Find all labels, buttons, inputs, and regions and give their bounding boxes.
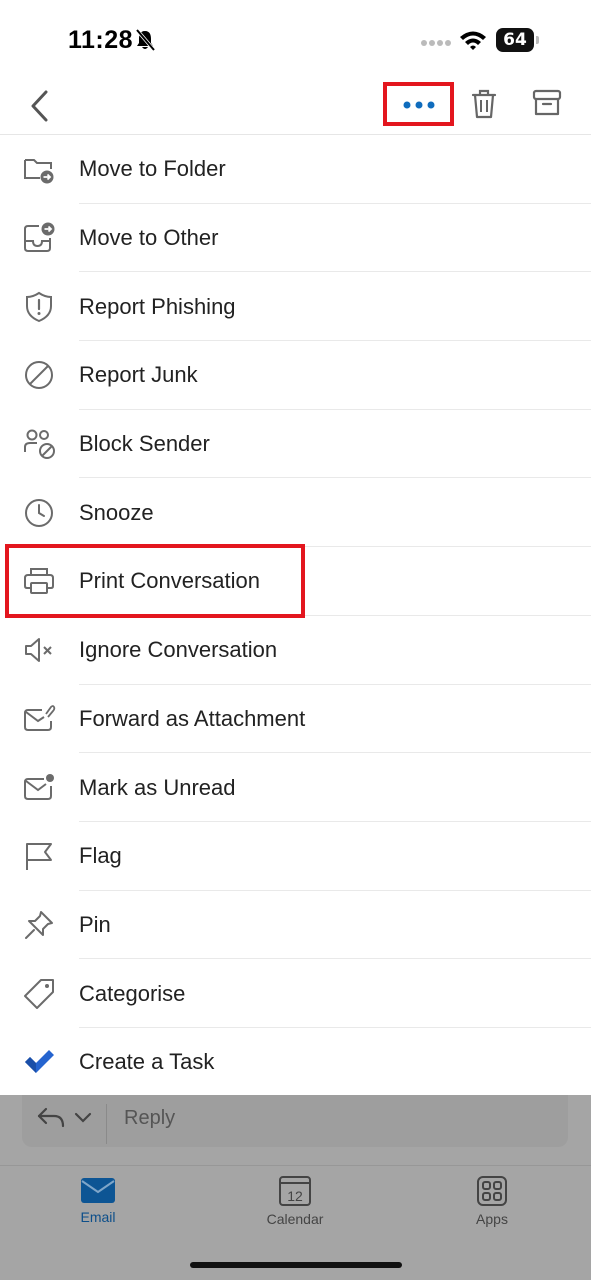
inbox-move-icon xyxy=(24,222,55,253)
menu-item-move-to-folder[interactable]: Move to Folder xyxy=(0,135,591,204)
prohibited-icon xyxy=(25,361,53,390)
menu-item-label: Forward as Attachment xyxy=(79,705,306,731)
pin-icon xyxy=(25,910,53,939)
menu-item-label: Snooze xyxy=(79,499,154,525)
menu-item-label: Pin xyxy=(79,911,111,937)
menu-item-report-phishing[interactable]: Report Phishing xyxy=(0,272,591,342)
bell-muted-icon xyxy=(135,28,156,52)
flag-icon xyxy=(26,843,52,871)
print-conversation-highlight xyxy=(5,544,305,618)
reply-arrow-icon[interactable] xyxy=(36,1106,66,1130)
menu-item-label: Flag xyxy=(79,843,122,869)
archive-box-icon[interactable] xyxy=(532,88,562,118)
calendar-day: 12 xyxy=(287,1188,303,1204)
status-bar: 11:28 64 xyxy=(0,0,591,80)
reply-placeholder[interactable]: Reply xyxy=(124,1107,175,1130)
menu-item-label: Move to Folder xyxy=(79,156,226,182)
wifi-icon xyxy=(460,31,486,50)
mail-attach-icon xyxy=(24,704,56,731)
speaker-mute-icon xyxy=(25,638,52,663)
tag-icon xyxy=(24,978,54,1009)
ellipsis-icon xyxy=(403,101,435,109)
message-toolbar xyxy=(0,80,591,135)
mail-icon xyxy=(81,1178,115,1203)
battery-indicator: 64 xyxy=(496,28,540,52)
reply-bar[interactable] xyxy=(22,1095,568,1147)
folder-move-icon xyxy=(24,159,54,184)
menu-item-block-sender[interactable]: Block Sender xyxy=(0,410,591,479)
menu-item-label: Categorise xyxy=(79,980,186,1006)
tab-label: Calendar xyxy=(266,1211,324,1227)
more-options-button[interactable] xyxy=(383,82,454,126)
back-chevron-icon[interactable] xyxy=(26,86,54,126)
home-indicator[interactable] xyxy=(190,1262,402,1268)
menu-item-forward-as-attachment[interactable]: Forward as Attachment xyxy=(0,685,591,754)
menu-item-label: Create a Task xyxy=(79,1049,215,1075)
todo-check-icon xyxy=(25,1050,54,1074)
battery-level: 64 xyxy=(503,30,527,50)
menu-item-ignore-conversation[interactable]: Ignore Conversation xyxy=(0,616,591,685)
menu-item-move-to-other[interactable]: Move to Other xyxy=(0,204,591,273)
shield-alert-icon xyxy=(26,291,52,322)
menu-item-mark-as-unread[interactable]: Mark as Unread xyxy=(0,753,591,822)
clock-icon xyxy=(25,498,53,527)
tab-email[interactable]: Email xyxy=(38,1175,158,1225)
tab-label: Apps xyxy=(476,1211,508,1227)
menu-item-snooze[interactable]: Snooze xyxy=(0,478,591,548)
menu-item-report-junk[interactable]: Report Junk xyxy=(0,341,591,410)
tab-apps[interactable]: Apps xyxy=(432,1175,552,1227)
menu-item-label: Ignore Conversation xyxy=(79,637,278,663)
chevron-down-icon[interactable] xyxy=(74,1112,92,1124)
menu-item-label: Move to Other xyxy=(79,225,219,251)
block-person-icon xyxy=(24,429,55,460)
menu-item-flag[interactable]: Flag xyxy=(0,822,591,891)
delete-trash-icon[interactable] xyxy=(470,88,498,120)
tab-label: Email xyxy=(80,1209,116,1225)
menu-item-create-a-task[interactable]: Create a Task xyxy=(0,1028,591,1097)
calendar-icon: 12 xyxy=(279,1176,311,1206)
menu-item-categorise[interactable]: Categorise xyxy=(0,959,591,1028)
apps-grid-icon xyxy=(477,1176,507,1206)
menu-item-label: Report Junk xyxy=(79,362,198,388)
menu-item-label: Report Phishing xyxy=(79,293,236,319)
menu-item-label: Mark as Unread xyxy=(79,774,236,800)
menu-item-pin[interactable]: Pin xyxy=(0,891,591,960)
mail-unread-icon xyxy=(24,773,54,800)
tab-calendar[interactable]: 12 Calendar xyxy=(235,1175,355,1227)
cellular-signal-icon xyxy=(421,40,451,46)
menu-item-label: Block Sender xyxy=(79,431,210,457)
status-time: 11:28 xyxy=(68,26,134,54)
